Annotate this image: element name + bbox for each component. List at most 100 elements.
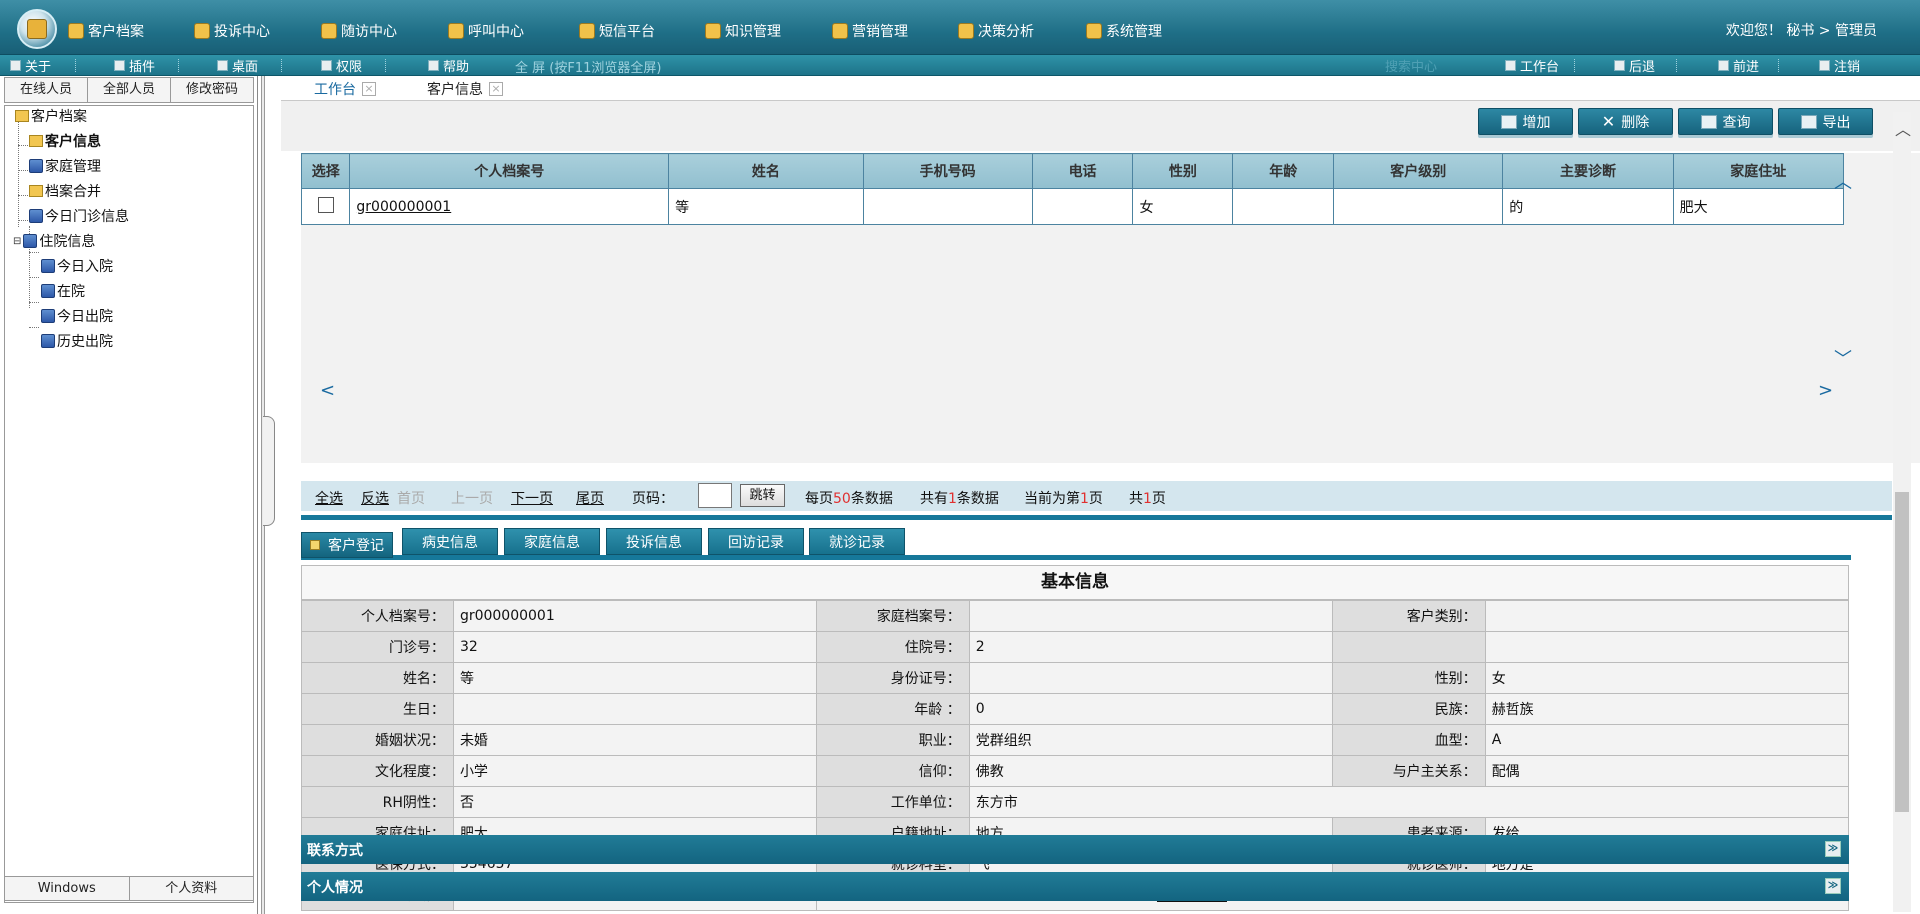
tab-change-password[interactable]: 修改密码	[171, 78, 253, 102]
col-level[interactable]: 客户级别	[1333, 153, 1504, 189]
tree-item-today-outpatient[interactable]: 今日门诊信息	[29, 207, 129, 225]
splitter-handle[interactable]	[263, 416, 275, 526]
expand-icon[interactable]: ≫	[1825, 878, 1841, 894]
export-button[interactable]: 导出	[1778, 108, 1873, 135]
tree-root-customer-archive[interactable]: 客户档案	[15, 107, 87, 125]
nav-decision-analysis[interactable]: 决策分析	[958, 20, 1034, 42]
form-row: RH阴性： 否 工作单位： 东方市	[301, 786, 1850, 818]
panel-splitter[interactable]	[259, 76, 281, 914]
page-scrollbar[interactable]: ︿	[1893, 112, 1911, 912]
tab-windows[interactable]: Windows	[5, 877, 130, 900]
col-name[interactable]: 姓名	[668, 153, 864, 189]
add-button[interactable]: 增加	[1478, 108, 1573, 135]
tab-personal-info[interactable]: 个人资料	[130, 877, 254, 900]
tree-item-family-management[interactable]: 家庭管理	[29, 157, 101, 175]
about-button[interactable]: 关于	[10, 57, 51, 75]
scroll-up-icon[interactable]: ︿	[1895, 116, 1911, 140]
tree-item-history-discharge[interactable]: 历史出院	[41, 332, 113, 350]
grid-scroll-up-icon[interactable]: ︿	[1834, 168, 1852, 194]
forward-button[interactable]: 前进	[1718, 57, 1759, 75]
tree-item-today-admission[interactable]: 今日入院	[41, 257, 113, 275]
value-religion: 佛教	[968, 755, 1333, 787]
plugin-button[interactable]: 插件	[114, 57, 155, 75]
tab-customer-registration[interactable]: 客户登记	[301, 532, 393, 558]
label-outpatient-no: 门诊号：	[301, 631, 454, 663]
expand-icon[interactable]: ≫	[1825, 841, 1841, 857]
nav-followup-center[interactable]: 随访中心	[321, 20, 397, 42]
last-page-link[interactable]: 尾页	[576, 488, 604, 508]
scrollbar-thumb[interactable]	[1895, 492, 1909, 812]
jump-button[interactable]: 跳转	[740, 484, 785, 507]
query-button[interactable]: 查询	[1678, 108, 1773, 135]
col-archive-no[interactable]: 个人档案号	[349, 153, 670, 189]
tab-complaint-info[interactable]: 投诉信息	[606, 528, 702, 555]
followup-icon	[321, 23, 337, 39]
col-address[interactable]: 家庭住址	[1672, 153, 1845, 189]
tree-item-inpatient-info[interactable]: ⊟ 住院信息	[13, 232, 95, 250]
tab-workbench[interactable]: 工作台 ×	[314, 78, 376, 100]
collapse-icon[interactable]: ⊟	[13, 236, 21, 247]
select-all-link[interactable]: 全选	[315, 488, 343, 508]
tab-all-users[interactable]: 全部人员	[88, 78, 171, 102]
delete-button[interactable]: ✕ 删除	[1578, 108, 1673, 135]
permission-button[interactable]: 权限	[321, 57, 362, 75]
close-icon[interactable]: ×	[489, 82, 503, 96]
col-age[interactable]: 年龄	[1232, 153, 1335, 189]
tab-visit-records[interactable]: 就诊记录	[809, 528, 905, 555]
separator	[1778, 59, 1780, 72]
folder-icon	[29, 135, 43, 147]
scroll-right-icon[interactable]: >	[1818, 380, 1833, 401]
section-contact-info[interactable]: 联系方式 ≫	[301, 835, 1849, 864]
close-icon[interactable]: ×	[362, 82, 376, 96]
value-education: 小学	[452, 755, 817, 787]
desktop-button[interactable]: 桌面	[217, 57, 258, 75]
workbench-button[interactable]: 工作台	[1505, 57, 1559, 75]
logout-icon	[1819, 60, 1830, 71]
first-page-link[interactable]: 首页	[397, 488, 425, 508]
next-page-link[interactable]: 下一页	[511, 488, 553, 508]
section-personal-status[interactable]: 个人情况 ≫	[301, 872, 1849, 901]
scroll-left-icon[interactable]: <	[320, 380, 335, 401]
invert-selection-link[interactable]: 反选	[361, 488, 389, 508]
nav-system-management[interactable]: 系统管理	[1086, 20, 1162, 42]
col-mobile[interactable]: 手机号码	[862, 153, 1033, 189]
nav-sms-platform[interactable]: 短信平台	[579, 20, 655, 42]
nav-knowledge-management[interactable]: 知识管理	[705, 20, 781, 42]
prev-page-link[interactable]: 上一页	[451, 488, 493, 508]
tab-followup-records[interactable]: 回访记录	[708, 528, 804, 555]
page-number-input[interactable]	[698, 483, 732, 508]
back-button[interactable]: 后退	[1614, 57, 1655, 75]
help-icon	[428, 60, 439, 71]
cell-address: 肥大	[1672, 188, 1845, 225]
value-birthday	[452, 693, 817, 725]
workbench-icon	[1505, 60, 1516, 71]
fullscreen-hint[interactable]: 全 屏 (按F11浏览器全屏)	[515, 57, 661, 76]
current-suffix: 页	[1088, 491, 1103, 507]
nav-customer-archive[interactable]: 客户档案	[68, 20, 144, 42]
label-family-archive-no: 家庭档案号：	[815, 600, 970, 632]
table-row[interactable]: gr000000001 等 女 的 肥大	[300, 188, 1845, 225]
tree-item-today-discharge[interactable]: 今日出院	[41, 307, 113, 325]
desktop-icon	[217, 60, 228, 71]
help-button[interactable]: 帮助	[428, 57, 469, 75]
call-icon	[448, 23, 464, 39]
nav-call-center[interactable]: 呼叫中心	[448, 20, 524, 42]
tab-family-info[interactable]: 家庭信息	[504, 528, 600, 555]
tree-item-in-hospital[interactable]: 在院	[41, 282, 85, 300]
tree-item-customer-info[interactable]: 客户信息	[29, 132, 101, 150]
logout-button[interactable]: 注销	[1819, 57, 1860, 75]
label-inpatient-no: 住院号：	[815, 631, 970, 663]
tab-medical-history[interactable]: 病史信息	[402, 528, 498, 555]
row-checkbox[interactable]	[318, 196, 334, 213]
archive-no-link[interactable]: gr000000001	[356, 199, 451, 215]
tab-customer-info[interactable]: 客户信息 ×	[427, 78, 503, 100]
tab-online-users[interactable]: 在线人员	[5, 78, 88, 102]
col-diagnosis[interactable]: 主要诊断	[1502, 153, 1674, 189]
nav-marketing-management[interactable]: 营销管理	[832, 20, 908, 42]
search-center-link[interactable]: 搜索中心	[1385, 56, 1437, 75]
col-gender[interactable]: 性别	[1132, 153, 1234, 189]
col-phone[interactable]: 电话	[1031, 153, 1134, 189]
grid-scroll-down-icon[interactable]: ﹀	[1834, 345, 1852, 371]
nav-complaint-center[interactable]: 投诉中心	[194, 20, 270, 42]
tree-item-archive-merge[interactable]: 档案合并	[29, 182, 101, 200]
